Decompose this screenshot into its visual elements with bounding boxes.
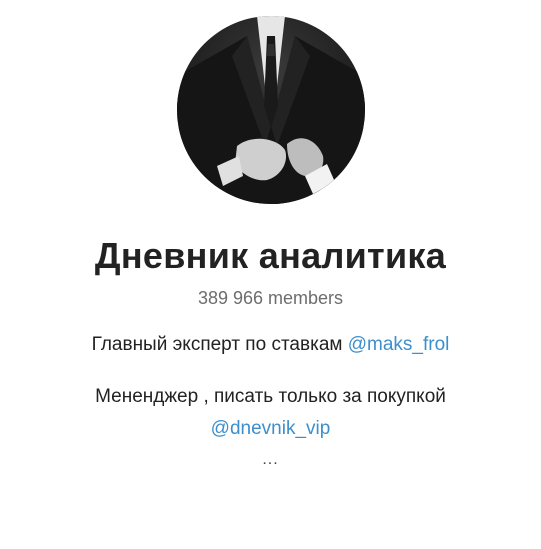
description-text-1: Главный эксперт по ставкам: [91, 334, 348, 355]
channel-info-card: Дневник аналитика 389 966 members Главны…: [0, 0, 541, 549]
more-ellipsis[interactable]: ...: [262, 452, 278, 468]
description-line-1: Главный эксперт по ставкам @maks_frol: [21, 332, 521, 358]
channel-avatar[interactable]: [176, 16, 365, 204]
channel-description: Главный эксперт по ставкам @maks_frol Ме…: [21, 332, 521, 442]
channel-title: Дневник аналитика: [94, 235, 447, 276]
members-count: 389 966 members: [197, 288, 344, 308]
description-blank-line: [21, 358, 521, 384]
avatar-photo-icon: [176, 16, 365, 204]
description-line-3: @dnevnik_vip: [21, 416, 521, 442]
maks-frol-link[interactable]: @maks_frol: [348, 334, 450, 355]
description-line-2: Мененджер , писать только за покупкой: [95, 386, 446, 407]
dnevnik-vip-link[interactable]: @dnevnik_vip: [211, 418, 331, 439]
